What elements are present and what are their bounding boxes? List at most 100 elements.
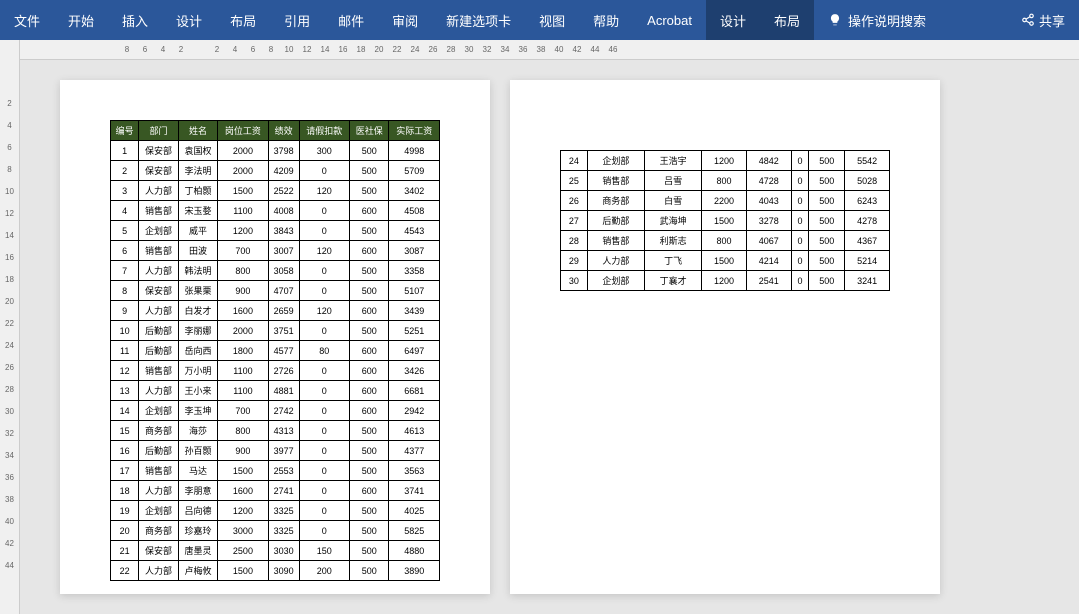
table-cell: 0 xyxy=(791,251,809,271)
table-cell: 500 xyxy=(350,441,389,461)
table-cell: 销售部 xyxy=(587,231,644,251)
table-cell: 企划部 xyxy=(139,401,178,421)
tab-review[interactable]: 审阅 xyxy=(378,0,432,40)
ruler-mark: 22 xyxy=(5,312,14,334)
tab-new[interactable]: 新建选项卡 xyxy=(432,0,525,40)
table-cell: 3087 xyxy=(389,241,440,261)
tab-design2[interactable]: 设计 xyxy=(706,0,760,40)
table-cell: 3843 xyxy=(268,221,299,241)
table-cell: 保安部 xyxy=(139,541,178,561)
table-cell: 马达 xyxy=(178,461,217,481)
table-row: 9人力部白发才160026591206003439 xyxy=(111,301,440,321)
table-cell: 4842 xyxy=(746,151,791,171)
tab-mail[interactable]: 邮件 xyxy=(324,0,378,40)
table-cell: 1600 xyxy=(218,301,269,321)
table-row: 13人力部王小来1100488106006681 xyxy=(111,381,440,401)
search-box[interactable]: 操作说明搜索 xyxy=(814,11,940,30)
ruler-mark: 38 xyxy=(534,45,548,54)
table-cell: 3241 xyxy=(845,271,890,291)
ruler-mark: 40 xyxy=(5,510,14,532)
table-cell: 吕向德 xyxy=(178,501,217,521)
table-cell: 5107 xyxy=(389,281,440,301)
tab-view[interactable]: 视图 xyxy=(525,0,579,40)
table-row: 14企划部李玉坤700274206002942 xyxy=(111,401,440,421)
table-cell: 500 xyxy=(350,561,389,581)
table-cell: 人力部 xyxy=(139,181,178,201)
table-cell: 0 xyxy=(299,401,350,421)
table-cell: 2942 xyxy=(389,401,440,421)
table-row: 11后勤部岳向西18004577806006497 xyxy=(111,341,440,361)
table-cell: 0 xyxy=(299,461,350,481)
table-cell: 500 xyxy=(809,231,845,251)
table-row: 28销售部利斯志800406705004367 xyxy=(561,231,890,251)
table-cell: 900 xyxy=(218,281,269,301)
table-cell: 500 xyxy=(350,281,389,301)
table-cell: 4313 xyxy=(268,421,299,441)
table-cell: 30 xyxy=(561,271,588,291)
table-row: 25销售部吕雪800472805005028 xyxy=(561,171,890,191)
table-cell: 销售部 xyxy=(139,461,178,481)
tab-layout[interactable]: 布局 xyxy=(216,0,270,40)
table-cell: 1600 xyxy=(218,481,269,501)
document-canvas: 编号部门姓名岗位工资绩效请假扣款医社保实际工资 1保安部袁国权200037983… xyxy=(20,60,1079,614)
table-cell: 500 xyxy=(350,421,389,441)
ruler-mark: 40 xyxy=(552,45,566,54)
ruler-mark: 6 xyxy=(138,45,152,54)
table-cell: 后勤部 xyxy=(139,341,178,361)
ruler-mark: 44 xyxy=(5,554,14,576)
table-cell: 万小明 xyxy=(178,361,217,381)
tab-insert[interactable]: 插入 xyxy=(108,0,162,40)
ruler-mark: 12 xyxy=(300,45,314,54)
table-cell: 9 xyxy=(111,301,139,321)
tab-acrobat[interactable]: Acrobat xyxy=(633,0,706,40)
table-cell: 0 xyxy=(299,161,350,181)
table-cell: 600 xyxy=(350,481,389,501)
table-row: 15商务部海莎800431305004613 xyxy=(111,421,440,441)
table-cell: 袁国权 xyxy=(178,141,217,161)
tab-layout2[interactable]: 布局 xyxy=(760,0,814,40)
table-cell: 2200 xyxy=(702,191,747,211)
table-cell: 1100 xyxy=(218,201,269,221)
tab-references[interactable]: 引用 xyxy=(270,0,324,40)
table-cell: 17 xyxy=(111,461,139,481)
tab-file[interactable]: 文件 xyxy=(0,0,54,40)
table-row: 21保安部唐墨灵250030301505004880 xyxy=(111,541,440,561)
table-cell: 销售部 xyxy=(587,171,644,191)
table-row: 22人力部卢梅攸150030902005003890 xyxy=(111,561,440,581)
table-cell: 1100 xyxy=(218,381,269,401)
table-cell: 6681 xyxy=(389,381,440,401)
ruler-horizontal: 8642246810121416182022242628303234363840… xyxy=(20,40,1079,60)
ruler-mark: 22 xyxy=(390,45,404,54)
table-cell: 120 xyxy=(299,241,350,261)
table-cell: 2522 xyxy=(268,181,299,201)
table-cell: 4728 xyxy=(746,171,791,191)
share-button[interactable]: 共享 xyxy=(1007,11,1079,30)
ruler-mark: 32 xyxy=(480,45,494,54)
table-header: 请假扣款 xyxy=(299,121,350,141)
table-cell: 300 xyxy=(299,141,350,161)
table-cell: 吕雪 xyxy=(644,171,701,191)
table-cell: 利斯志 xyxy=(644,231,701,251)
ruler-mark: 36 xyxy=(516,45,530,54)
ruler-mark: 8 xyxy=(7,158,11,180)
table-cell: 威平 xyxy=(178,221,217,241)
table-cell: 1200 xyxy=(702,271,747,291)
tab-help[interactable]: 帮助 xyxy=(579,0,633,40)
table-row: 3人力部丁柏颢150025221205003402 xyxy=(111,181,440,201)
table-cell: 3402 xyxy=(389,181,440,201)
table-row: 19企划部吕向德1200332505004025 xyxy=(111,501,440,521)
tab-home[interactable]: 开始 xyxy=(54,0,108,40)
table-cell: 张果栗 xyxy=(178,281,217,301)
table-cell: 500 xyxy=(350,521,389,541)
table-cell: 600 xyxy=(350,401,389,421)
table-cell: 0 xyxy=(299,321,350,341)
table-cell: 李丽娜 xyxy=(178,321,217,341)
table-cell: 4008 xyxy=(268,201,299,221)
salary-table-2: 24企划部王浩宇120048420500554225销售部吕雪800472805… xyxy=(560,150,890,291)
table-cell: 韩法明 xyxy=(178,261,217,281)
table-cell: 0 xyxy=(791,271,809,291)
tab-design[interactable]: 设计 xyxy=(162,0,216,40)
table-row: 12销售部万小明1100272606003426 xyxy=(111,361,440,381)
table-cell: 700 xyxy=(218,401,269,421)
ruler-mark: 42 xyxy=(570,45,584,54)
